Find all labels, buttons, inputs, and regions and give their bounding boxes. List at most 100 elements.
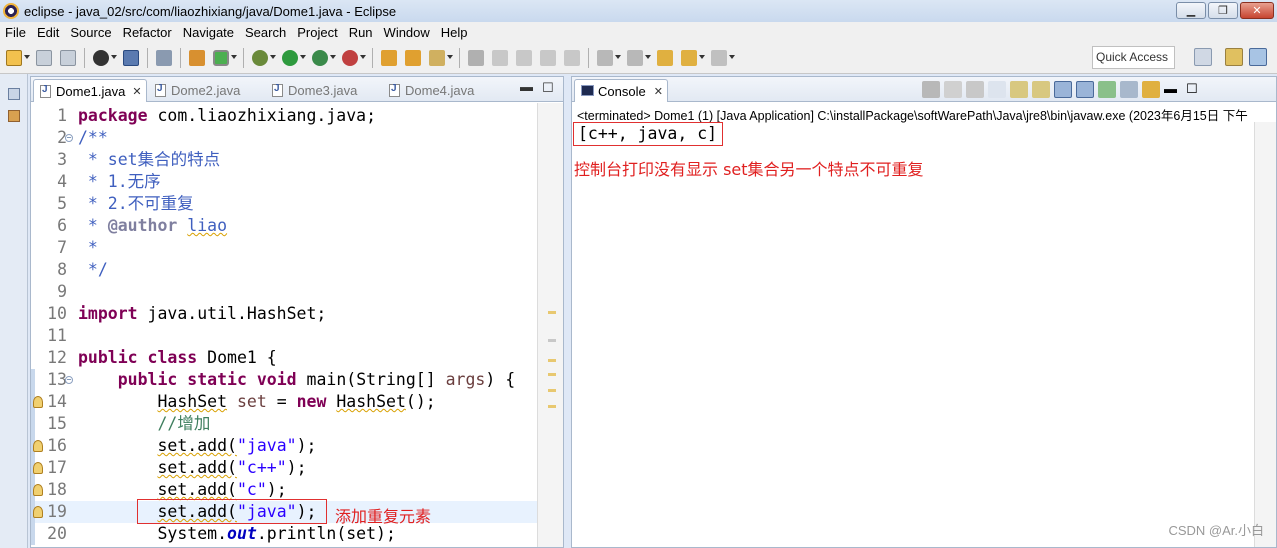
menu-project[interactable]: Project: [292, 25, 343, 40]
code-line: 1 package com.liaozhixiang.java;: [31, 105, 537, 127]
forward-arrow-icon[interactable]: [711, 49, 727, 66]
pin-console-icon[interactable]: [1098, 81, 1116, 98]
terminate-icon[interactable]: [922, 81, 940, 98]
last-edit-icon[interactable]: [657, 49, 673, 66]
tab-label: Dome2.java: [171, 83, 241, 98]
ruler-marker[interactable]: [548, 405, 556, 408]
menu-edit[interactable]: Edit: [32, 25, 65, 40]
word-wrap-icon[interactable]: [540, 49, 556, 66]
code-line: 6 * @author liao: [31, 215, 537, 237]
menu-window[interactable]: Window: [379, 25, 436, 40]
chevron-down-icon[interactable]: [330, 54, 336, 61]
code-token: */: [78, 260, 108, 279]
skip-breakpoints-icon[interactable]: [156, 49, 172, 66]
minimize-view-icon[interactable]: ▬: [1164, 81, 1182, 98]
debug-icon[interactable]: [252, 49, 268, 66]
package-explorer-icon[interactable]: [8, 110, 20, 122]
ruler-marker[interactable]: [548, 359, 556, 362]
toolbar-separator: [84, 47, 85, 68]
coverage-icon[interactable]: [312, 49, 328, 66]
search-icon[interactable]: [429, 49, 445, 66]
maximize-view-icon[interactable]: ☐: [542, 80, 554, 96]
terminal-icon[interactable]: [123, 49, 139, 66]
close-button[interactable]: ✕: [1240, 2, 1274, 19]
menu-run[interactable]: Run: [344, 25, 379, 40]
fold-toggle-icon[interactable]: −: [65, 376, 73, 384]
quick-access-input[interactable]: Quick Access: [1092, 46, 1175, 69]
save-icon[interactable]: [36, 49, 52, 66]
back-arrow-icon[interactable]: [681, 49, 697, 66]
console-pane: Console ✕ ▬ ☐ <terminated> Dome1 (1) [Ja…: [571, 76, 1277, 548]
ruler-marker[interactable]: [548, 373, 556, 376]
chevron-down-icon[interactable]: [699, 54, 705, 61]
menu-navigate[interactable]: Navigate: [178, 25, 240, 40]
display-console-icon[interactable]: [1120, 81, 1138, 98]
chevron-down-icon[interactable]: [615, 54, 621, 61]
show-on-stderr-icon[interactable]: [1076, 81, 1094, 98]
toggle-block-icon[interactable]: [516, 49, 532, 66]
show-whitespace-icon[interactable]: [564, 49, 580, 66]
tab-dome1[interactable]: Dome1.java ✕: [33, 79, 147, 102]
tab-dome4[interactable]: Dome4.java: [383, 79, 498, 102]
external-tools-icon[interactable]: [342, 49, 358, 66]
ruler-marker[interactable]: [548, 311, 556, 314]
new-icon[interactable]: [6, 49, 22, 66]
chevron-down-icon[interactable]: [447, 54, 453, 61]
menu-refactor[interactable]: Refactor: [118, 25, 178, 40]
chevron-down-icon[interactable]: [231, 54, 237, 61]
tab-dome3[interactable]: Dome3.java: [266, 79, 381, 102]
console-scrollbar[interactable]: [1254, 122, 1276, 547]
fold-toggle-icon[interactable]: −: [65, 134, 73, 142]
minimize-view-icon[interactable]: ▬: [520, 79, 533, 94]
open-console-icon[interactable]: [1142, 81, 1160, 98]
code-editor[interactable]: 1 package com.liaozhixiang.java; 2−/** 3 …: [31, 103, 563, 547]
java-ee-perspective-icon[interactable]: [1225, 48, 1243, 66]
clear-console-icon[interactable]: [988, 81, 1006, 98]
menu-search[interactable]: Search: [240, 25, 292, 40]
open-type-icon[interactable]: [381, 49, 397, 66]
menu-help[interactable]: Help: [436, 25, 474, 40]
chevron-down-icon[interactable]: [111, 54, 117, 61]
ruler-marker[interactable]: [548, 339, 556, 342]
remove-all-icon[interactable]: [966, 81, 984, 98]
chevron-down-icon[interactable]: [24, 54, 30, 61]
console-annotation: 控制台打印没有显示 set集合另一个特点不可重复: [574, 160, 924, 179]
menu-source[interactable]: Source: [65, 25, 117, 40]
chevron-down-icon[interactable]: [270, 54, 276, 61]
previous-annotation-icon[interactable]: [627, 49, 643, 66]
chevron-down-icon[interactable]: [300, 54, 306, 61]
scroll-lock-icon[interactable]: [1010, 81, 1028, 98]
remove-launch-icon[interactable]: [944, 81, 962, 98]
word-wrap-icon[interactable]: [1032, 81, 1050, 98]
close-icon[interactable]: ✕: [132, 85, 141, 98]
close-icon[interactable]: ✕: [654, 85, 663, 98]
package-icon[interactable]: [189, 49, 205, 66]
tab-dome2[interactable]: Dome2.java: [149, 79, 264, 102]
refresh-icon[interactable]: [213, 49, 229, 66]
tab-console[interactable]: Console ✕: [574, 79, 668, 102]
overview-ruler[interactable]: [537, 103, 563, 547]
show-on-stdout-icon[interactable]: [1054, 81, 1072, 98]
run-icon[interactable]: [282, 49, 298, 66]
restore-icon[interactable]: [8, 88, 20, 100]
ruler-marker[interactable]: [548, 389, 556, 392]
maximize-button[interactable]: ❐: [1208, 2, 1238, 19]
next-annotation-icon[interactable]: [597, 49, 613, 66]
chevron-down-icon[interactable]: [729, 54, 735, 61]
minimize-button[interactable]: ▁: [1176, 2, 1206, 19]
toggle-mark-icon[interactable]: [468, 49, 484, 66]
open-perspective-icon[interactable]: [1194, 48, 1212, 66]
line-number: 14: [47, 392, 67, 411]
save-all-icon[interactable]: [60, 49, 76, 66]
java-perspective-icon[interactable]: [1249, 48, 1267, 66]
maximize-view-icon[interactable]: ☐: [1186, 81, 1204, 98]
chevron-down-icon[interactable]: [645, 54, 651, 61]
profile-icon[interactable]: [93, 49, 109, 66]
menu-file[interactable]: File: [0, 25, 32, 40]
chevron-down-icon[interactable]: [360, 54, 366, 61]
open-task-icon[interactable]: [405, 49, 421, 66]
annotation-icon[interactable]: [492, 49, 508, 66]
console-tab-bar: Console ✕ ▬ ☐: [572, 77, 1276, 102]
